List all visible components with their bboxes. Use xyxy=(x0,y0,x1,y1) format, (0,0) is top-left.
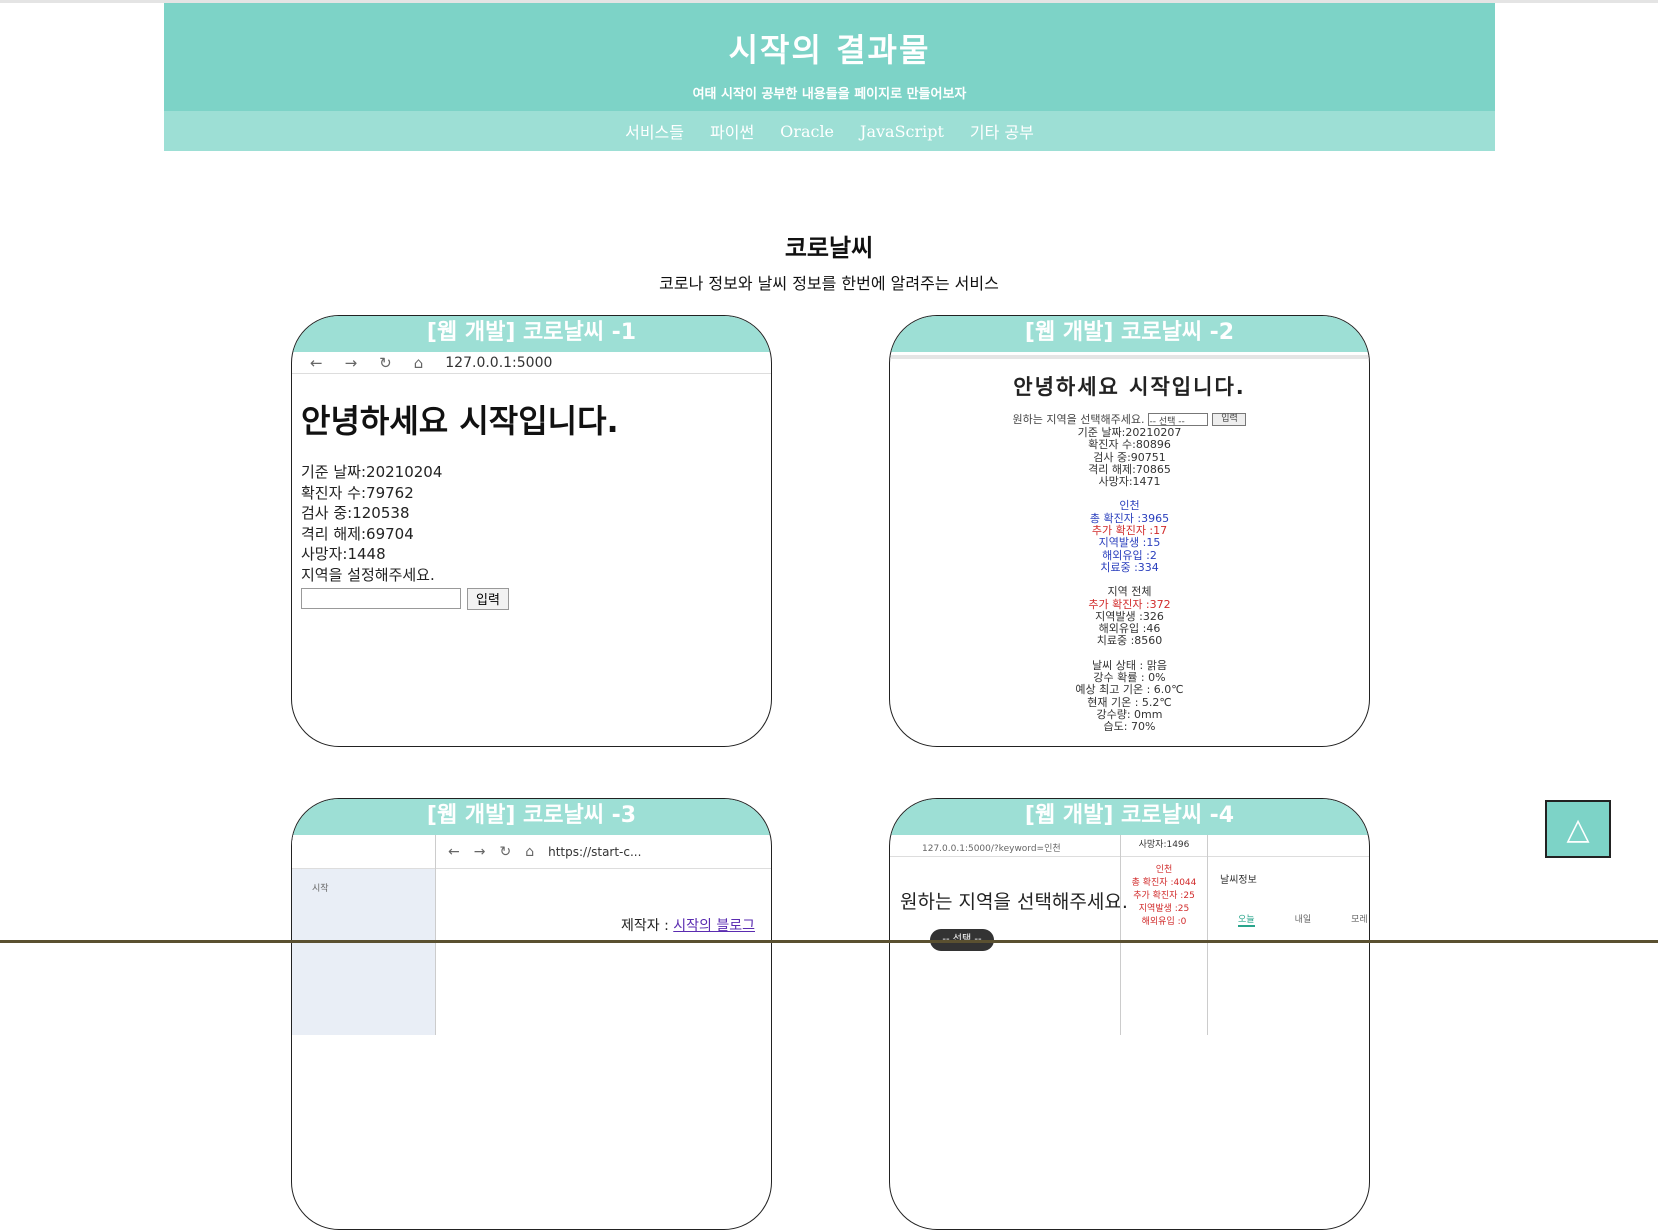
card-screenshot: 안녕하세요 시작입니다. 원하는 지역을 선택해주세요. -- 선택 -- 입력… xyxy=(890,352,1369,746)
site-header: 시작의 결과물 여태 시작이 공부한 내용들을 페이지로 만들어보자 서비스들 … xyxy=(164,3,1495,151)
nav-item-services[interactable]: 서비스들 xyxy=(625,119,684,143)
weather-title: 날씨정보 xyxy=(1220,875,1257,886)
forward-icon: → xyxy=(344,353,358,372)
author-label: 제작자 : xyxy=(621,918,674,934)
region-form: 원하는 지역을 선택해주세요. -- 선택 -- 입력 xyxy=(890,411,1369,427)
site-subtitle: 여태 시작이 공부한 내용들을 페이지로 만들어보자 xyxy=(692,87,967,102)
stat-line: 검사 중:120538 xyxy=(301,504,410,522)
stat-line: 지역을 설정해주세요. xyxy=(301,565,435,584)
project-card-1[interactable]: [웹 개발] 코로날씨 -1 ← → ↻ ⌂ 127.0.0.1:5000 안녕… xyxy=(291,315,772,747)
region-stats: 인천 총 확진자 :3965 추가 확진자 :17 지역발생 :15 해외유입 … xyxy=(890,500,1369,574)
refresh-icon: ↻ xyxy=(379,353,392,372)
site-title[interactable]: 시작의 결과물 xyxy=(164,3,1495,71)
sidebar-item: 시작 xyxy=(312,884,329,894)
header-banner: 시작의 결과물 여태 시작이 공부한 내용들을 페이지로 만들어보자 xyxy=(164,3,1495,111)
screenshot-heading: 안녕하세요 시작입니다. xyxy=(1013,375,1246,399)
project-card-2[interactable]: [웹 개발] 코로날씨 -2 안녕하세요 시작입니다. 원하는 지역을 선택해주… xyxy=(889,315,1370,747)
divider xyxy=(890,355,1369,359)
refresh-icon: ↻ xyxy=(499,843,512,860)
submit-button: 입력 xyxy=(1212,412,1247,426)
browser-toolbar: ← → ↻ ⌂ https://start-c... xyxy=(436,835,771,869)
stat-line: 확진자 수:80896 xyxy=(1088,438,1171,452)
author-link: 시작의 블로그 xyxy=(673,918,755,934)
section-subtitle: 코로나 정보와 날씨 정보를 한번에 알려주는 서비스 xyxy=(659,274,999,293)
region-select: -- 선택 -- xyxy=(1148,412,1209,427)
covid-stats: 기준 날짜:20210204 확진자 수:79762 검사 중:120538 격… xyxy=(301,462,771,585)
nav-item-etc[interactable]: 기타 공부 xyxy=(970,119,1034,143)
card-screenshot: ← → ↻ ⌂ 127.0.0.1:5000 안녕하세요 시작입니다. 기준 날… xyxy=(292,352,771,746)
all-region-stats: 지역 전체 추가 확진자 :372 지역발생 :326 해외유입 :46 치료중… xyxy=(890,585,1369,648)
weather-tabs: 오늘 내일 모레 xyxy=(1238,912,1369,927)
card-title[interactable]: [웹 개발] 코로날씨 -3 xyxy=(292,799,771,835)
region-stats: 사망자:1496 인천 총 확진자 :4044 추가 확진자 :25 지역발생 … xyxy=(1120,835,1208,1035)
back-icon: ← xyxy=(310,353,323,372)
stat-line: 지역발생 :25 xyxy=(1138,904,1190,914)
submit-button: 입력 xyxy=(467,588,509,610)
section-title: 코로날씨 xyxy=(784,234,874,262)
back-icon: ← xyxy=(448,843,460,860)
stat-line: 사망자:1471 xyxy=(1098,475,1161,489)
home-icon: ⌂ xyxy=(413,353,424,372)
stat-line: 치료중 :8560 xyxy=(1096,634,1163,648)
stat-line: 총 확진자 :4044 xyxy=(1131,878,1197,888)
card-screenshot: 시작 ← → ↻ ⌂ https://start-c... 제작자 : 시작의 … xyxy=(292,835,771,1229)
stat-line: 추가 확진자 :25 xyxy=(1133,891,1195,901)
region-input xyxy=(301,588,461,609)
nav-item-oracle[interactable]: Oracle xyxy=(780,122,834,141)
tab-day-after: 모레 xyxy=(1351,915,1368,925)
weather-line: 예상 최고 기온 : 6.0℃ xyxy=(1075,683,1184,697)
nav-item-python[interactable]: 파이썬 xyxy=(710,119,754,143)
url-text: https://start-c... xyxy=(548,844,642,859)
forward-icon: → xyxy=(473,843,486,860)
national-stats: 기준 날짜:20210207 확진자 수:80896 검사 중:90751 격리… xyxy=(890,426,1369,489)
stat-line: 사망자:1496 xyxy=(1138,840,1190,850)
browser-sidebar: 시작 xyxy=(292,835,436,1035)
up-arrow-icon: △ xyxy=(1566,811,1590,847)
weather-panel: 날씨정보 오늘 내일 모레 xyxy=(1208,835,1369,1035)
weather-info: 날씨 상태 : 맑음 강수 확률 : 0% 예상 최고 기온 : 6.0℃ 현재… xyxy=(890,659,1369,734)
stat-line: 추가 확진자 :372 xyxy=(1088,597,1171,611)
home-icon: ⌂ xyxy=(525,843,535,860)
main-nav: 서비스들 파이썬 Oracle JavaScript 기타 공부 xyxy=(164,111,1495,151)
tab-today: 오늘 xyxy=(1238,912,1255,927)
weather-line: 습도: 70% xyxy=(1103,720,1156,734)
card-screenshot: 127.0.0.1:5000/?keyword=인천 원하는 지역을 선택해주세… xyxy=(890,835,1369,1229)
card-title[interactable]: [웹 개발] 코로날씨 -4 xyxy=(890,799,1369,835)
stat-line: 해외유입 :0 xyxy=(1141,917,1187,927)
project-card-3[interactable]: [웹 개발] 코로날씨 -3 시작 ← → ↻ ⌂ https://start-… xyxy=(291,798,772,1230)
stat-line: 확진자 수:79762 xyxy=(301,483,414,502)
stat-line: 격리 해제:69704 xyxy=(301,524,414,543)
screenshot-heading: 안녕하세요 시작입니다. xyxy=(301,402,619,440)
stat-line: 지역발생 :15 xyxy=(1098,536,1161,550)
author-credit: 제작자 : 시작의 블로그 xyxy=(621,915,755,935)
stat-line: 치료중 :334 xyxy=(1100,560,1159,574)
card-title[interactable]: [웹 개발] 코로날씨 -2 xyxy=(890,316,1369,352)
card-title[interactable]: [웹 개발] 코로날씨 -1 xyxy=(292,316,771,352)
stat-line: 기준 날짜:20210204 xyxy=(301,463,443,481)
tab-tomorrow: 내일 xyxy=(1294,915,1312,925)
project-card-4[interactable]: [웹 개발] 코로날씨 -4 127.0.0.1:5000/?keyword=인… xyxy=(889,798,1370,1230)
region-prompt: 원하는 지역을 선택해주세요. xyxy=(900,891,1128,913)
region-prompt: 원하는 지역을 선택해주세요. xyxy=(1012,413,1145,426)
url-text: 127.0.0.1:5000 xyxy=(445,354,553,371)
region-form: 입력 xyxy=(301,588,771,610)
url-text: 127.0.0.1:5000/?keyword=인천 xyxy=(922,844,1061,854)
stat-line: 지역 전체 xyxy=(1107,585,1152,599)
stat-line: 인천 xyxy=(1119,499,1140,513)
browser-toolbar: ← → ↻ ⌂ 127.0.0.1:5000 xyxy=(292,352,771,374)
stat-line: 인천 xyxy=(1155,865,1173,875)
stat-line: 사망자:1448 xyxy=(301,545,386,563)
scroll-to-top-button[interactable]: △ xyxy=(1545,800,1611,858)
nav-item-javascript[interactable]: JavaScript xyxy=(860,122,944,141)
